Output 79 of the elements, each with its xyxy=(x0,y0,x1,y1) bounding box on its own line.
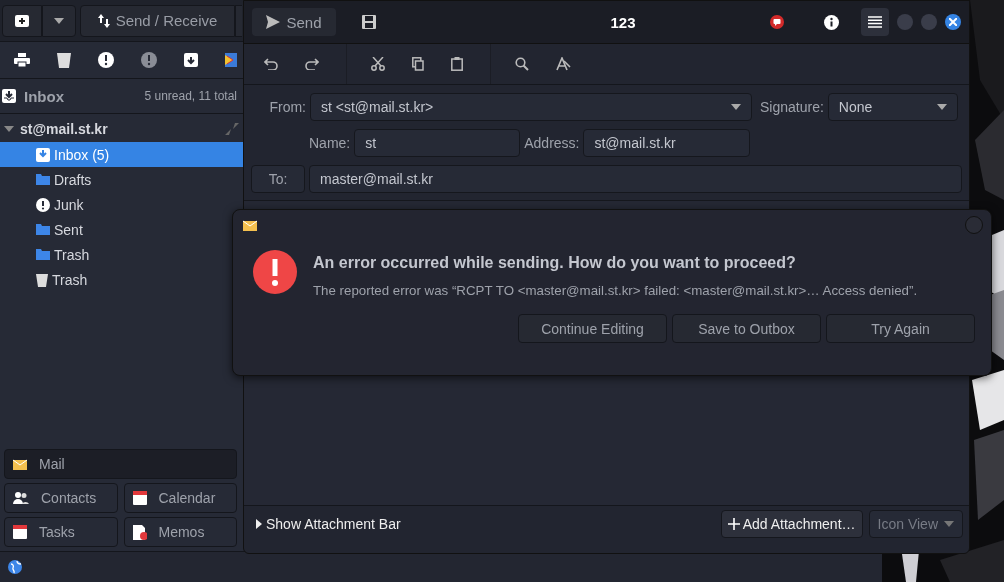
calendar-icon xyxy=(13,525,27,539)
folder-item[interactable]: Trash xyxy=(0,267,243,292)
folder-item[interactable]: Sent xyxy=(0,217,243,242)
caret-icon xyxy=(944,520,954,527)
copy-icon[interactable] xyxy=(412,57,424,71)
inbox-icon xyxy=(36,147,50,162)
field-label: Signature: xyxy=(760,99,824,115)
undo-icon[interactable] xyxy=(264,58,278,70)
folder-item[interactable]: Junk xyxy=(0,192,243,217)
comment-icon[interactable] xyxy=(770,15,784,29)
plus-icon xyxy=(727,517,740,530)
expander-icon[interactable] xyxy=(4,124,14,134)
switcher-button[interactable]: Mail xyxy=(4,449,237,479)
calendar-icon xyxy=(132,491,147,505)
attachment-bar-toggle[interactable]: Show Attachment Bar xyxy=(256,515,401,532)
account-name[interactable]: st@mail.st.kr xyxy=(20,121,108,137)
close-button[interactable] xyxy=(945,14,961,30)
folder-title: Inbox xyxy=(24,87,64,105)
send-button[interactable]: Send xyxy=(252,8,336,36)
save-icon[interactable] xyxy=(362,15,376,29)
junk-icon[interactable] xyxy=(98,52,114,68)
switcher-button[interactable]: Contacts xyxy=(4,483,118,513)
cut-icon[interactable] xyxy=(371,57,385,71)
memo-icon xyxy=(132,524,147,540)
globe-icon xyxy=(8,560,22,574)
error-message: The reported error was “RCPT TO <master@mail.st.kr> failed: <master@mail.st.kr>… Access denied”. xyxy=(313,283,918,298)
info-icon[interactable] xyxy=(824,14,839,30)
paste-icon[interactable] xyxy=(451,57,463,71)
spell-check-icon[interactable] xyxy=(556,57,571,71)
dropdown-button[interactable] xyxy=(42,4,76,37)
folder-icon xyxy=(36,249,50,260)
send-icon xyxy=(266,15,281,29)
folder-item[interactable]: Trash xyxy=(0,242,243,267)
field-label: Name: xyxy=(309,135,351,151)
dialog-heading: An error occurred while sending. How do you want to proceed? xyxy=(313,254,797,272)
error-icon xyxy=(253,250,297,294)
not-junk-icon[interactable] xyxy=(141,52,157,68)
close-icon xyxy=(949,18,957,26)
arrows-icon xyxy=(97,13,110,28)
address-field[interactable]: st@mail.st.kr xyxy=(583,129,751,157)
switcher-button[interactable]: Memos xyxy=(123,517,237,547)
folder-item[interactable]: Drafts xyxy=(0,167,243,192)
new-button[interactable] xyxy=(2,4,42,37)
dialog-button[interactable]: Save to Outbox xyxy=(672,314,821,343)
caret-icon xyxy=(54,17,64,24)
junk-icon xyxy=(36,197,50,212)
to-button[interactable]: To: xyxy=(251,165,305,193)
dialog-button[interactable]: Continue Editing xyxy=(518,314,667,343)
message-count: 5 unread, 11 total xyxy=(144,89,237,103)
add-attachment-button[interactable]: Add Attachment… xyxy=(720,509,863,538)
switcher-button[interactable]: Calendar xyxy=(123,483,237,513)
menu-button[interactable] xyxy=(861,8,889,36)
envelope-icon xyxy=(13,458,27,470)
dialog-button[interactable]: Try Again xyxy=(826,314,975,343)
triangle-icon xyxy=(256,518,262,529)
redo-icon[interactable] xyxy=(305,58,319,70)
people-icon xyxy=(13,492,29,504)
menu-icon xyxy=(868,16,882,28)
from-dropdown[interactable]: st <st@mail.st.kr> xyxy=(310,93,752,121)
signature-dropdown[interactable]: None xyxy=(827,93,958,121)
caret-icon xyxy=(936,104,947,110)
field-label: Address: xyxy=(524,135,580,151)
window-title: 123 xyxy=(609,13,637,31)
name-field[interactable]: st xyxy=(354,129,521,157)
switcher-button[interactable]: Tasks xyxy=(4,517,118,547)
to-field[interactable]: master@mail.st.kr xyxy=(309,165,962,193)
field-label: From: xyxy=(268,99,306,115)
caret-icon xyxy=(731,104,741,110)
folder-icon xyxy=(36,224,50,235)
print-icon[interactable] xyxy=(14,53,30,67)
archive-icon[interactable] xyxy=(184,53,198,67)
envelope-icon xyxy=(243,219,257,231)
send-receive-button[interactable]: Send / Receive xyxy=(80,4,235,37)
trash-icon xyxy=(36,272,48,287)
plus-icon xyxy=(15,14,29,27)
folder-item[interactable]: Inbox (5) xyxy=(0,142,243,167)
trash-icon[interactable] xyxy=(57,52,71,68)
folder-icon xyxy=(36,174,50,185)
search-icon[interactable] xyxy=(515,57,529,71)
